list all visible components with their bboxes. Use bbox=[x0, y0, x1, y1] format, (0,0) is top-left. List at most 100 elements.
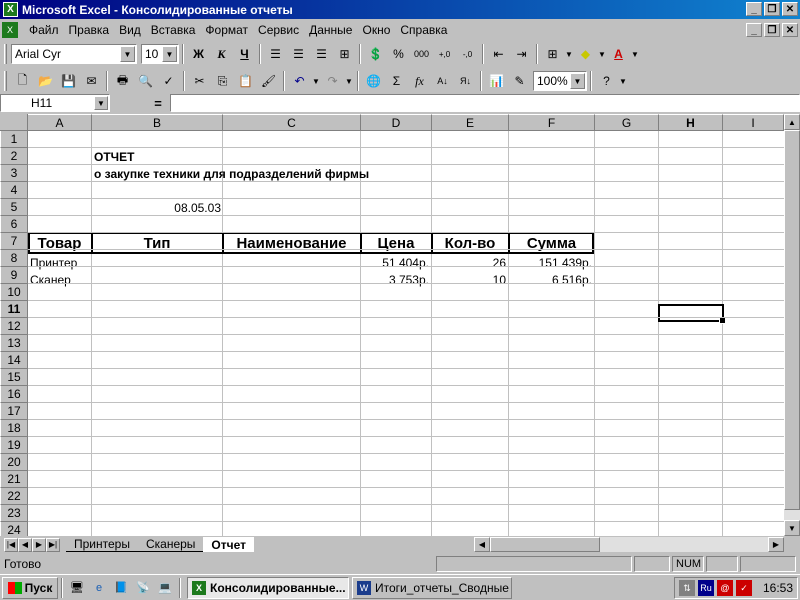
row-header-7[interactable]: 7 bbox=[0, 233, 28, 250]
cut-icon[interactable]: ✂ bbox=[188, 70, 211, 92]
select-all-corner[interactable] bbox=[0, 114, 28, 131]
spelling-icon[interactable]: ✓ bbox=[157, 70, 180, 92]
menu-edit[interactable]: Правка bbox=[64, 23, 115, 37]
scroll-left-icon[interactable]: ◀ bbox=[474, 537, 490, 552]
active-cell-h11[interactable] bbox=[658, 304, 726, 324]
start-button[interactable]: Пуск bbox=[2, 576, 58, 599]
name-box[interactable]: H11 ▼ bbox=[0, 94, 110, 112]
font-color-icon[interactable]: A bbox=[607, 43, 630, 65]
last-sheet-icon[interactable]: ▶| bbox=[46, 537, 60, 552]
merge-center-icon[interactable]: ⊞ bbox=[333, 43, 356, 65]
font-name-select[interactable]: Arial Cyr ▼ bbox=[11, 44, 137, 64]
chevron-down-icon[interactable]: ▼ bbox=[162, 46, 177, 62]
print-icon[interactable]: 🖶 bbox=[111, 70, 134, 92]
toolbar-grip[interactable] bbox=[4, 71, 7, 91]
chevron-down-icon[interactable]: ▼ bbox=[344, 70, 354, 92]
undo-icon[interactable]: ↶ bbox=[288, 70, 311, 92]
cell-qty[interactable]: 26 bbox=[432, 254, 508, 271]
align-left-icon[interactable]: ☰ bbox=[264, 43, 287, 65]
header-name[interactable]: Наименование bbox=[223, 232, 360, 254]
scroll-right-icon[interactable]: ▶ bbox=[768, 537, 784, 552]
column-header-a[interactable]: A bbox=[28, 114, 92, 131]
column-header-f[interactable]: F bbox=[509, 114, 595, 131]
menu-format[interactable]: Формат bbox=[200, 23, 253, 37]
report-date-cell[interactable]: 08.05.03 bbox=[92, 199, 223, 216]
vertical-scrollbar[interactable]: ▲ ▼ bbox=[784, 114, 800, 536]
paste-function-button[interactable]: fx bbox=[408, 70, 431, 92]
menu-help[interactable]: Справка bbox=[395, 23, 452, 37]
cell-sum[interactable]: 151 439р. bbox=[509, 254, 594, 271]
chevron-down-icon[interactable]: ▼ bbox=[311, 70, 321, 92]
paste-icon[interactable]: 📋 bbox=[234, 70, 257, 92]
edit-formula-button[interactable]: = bbox=[148, 95, 168, 111]
increase-decimal-button[interactable]: +,0 bbox=[433, 43, 456, 65]
help-icon[interactable]: ? bbox=[595, 70, 618, 92]
channels-icon[interactable]: 📡 bbox=[134, 579, 152, 597]
row-header-20[interactable]: 20 bbox=[0, 454, 28, 471]
row-header-12[interactable]: 12 bbox=[0, 318, 28, 335]
row-header-13[interactable]: 13 bbox=[0, 335, 28, 352]
chart-wizard-icon[interactable]: 📊 bbox=[485, 70, 508, 92]
menu-window[interactable]: Окно bbox=[357, 23, 395, 37]
row-header-24[interactable]: 24 bbox=[0, 522, 28, 536]
fill-color-icon[interactable]: ◆ bbox=[574, 43, 597, 65]
chevron-down-icon[interactable]: ▼ bbox=[94, 96, 108, 110]
header-type[interactable]: Тип bbox=[92, 232, 222, 254]
scrollbar-thumb[interactable] bbox=[784, 130, 800, 510]
borders-icon[interactable]: ⊞ bbox=[541, 43, 564, 65]
header-price[interactable]: Цена bbox=[361, 232, 431, 254]
redo-icon[interactable]: ↷ bbox=[321, 70, 344, 92]
column-header-i[interactable]: I bbox=[723, 114, 784, 131]
chevron-down-icon[interactable]: ▼ bbox=[630, 43, 640, 65]
row-header-14[interactable]: 14 bbox=[0, 352, 28, 369]
cell-product[interactable]: Сканер bbox=[28, 271, 91, 288]
autosum-button[interactable]: Σ bbox=[385, 70, 408, 92]
row-header-3[interactable]: 3 bbox=[0, 165, 28, 182]
chevron-down-icon[interactable]: ▼ bbox=[120, 46, 135, 62]
chevron-down-icon[interactable]: ▼ bbox=[597, 43, 607, 65]
font-size-select[interactable]: 10 ▼ bbox=[141, 44, 179, 64]
thousands-button[interactable]: 000 bbox=[410, 43, 433, 65]
row-header-17[interactable]: 17 bbox=[0, 403, 28, 420]
prev-sheet-icon[interactable]: ◀ bbox=[18, 537, 32, 552]
pc-icon[interactable]: 💻 bbox=[156, 579, 174, 597]
italic-button[interactable]: К bbox=[210, 43, 233, 65]
print-preview-icon[interactable]: 🔍 bbox=[134, 70, 157, 92]
report-subtitle-cell[interactable]: о закупке техники для подразделений фирм… bbox=[92, 165, 369, 182]
row-header-18[interactable]: 18 bbox=[0, 420, 28, 437]
percent-button[interactable]: % bbox=[387, 43, 410, 65]
document-icon[interactable]: X bbox=[2, 22, 18, 38]
excel-app-icon[interactable]: X bbox=[3, 2, 18, 17]
copy-icon[interactable]: ⎘ bbox=[211, 70, 234, 92]
row-header-21[interactable]: 21 bbox=[0, 471, 28, 488]
cell-sum[interactable]: 6 516р. bbox=[509, 271, 594, 288]
row-header-1[interactable]: 1 bbox=[0, 131, 28, 148]
column-header-d[interactable]: D bbox=[361, 114, 432, 131]
row-header-10[interactable]: 10 bbox=[0, 284, 28, 301]
doc-minimize-button[interactable]: _ bbox=[746, 23, 762, 37]
format-painter-icon[interactable]: 🖌 bbox=[257, 70, 280, 92]
close-button[interactable]: ✕ bbox=[782, 2, 798, 16]
open-folder-icon[interactable]: 📂 bbox=[34, 70, 57, 92]
scroll-up-icon[interactable]: ▲ bbox=[784, 114, 800, 130]
sheet-tab-scanners[interactable]: Сканеры bbox=[137, 537, 204, 552]
hyperlink-icon[interactable]: 🌐 bbox=[362, 70, 385, 92]
mail-icon[interactable]: @ bbox=[716, 580, 733, 596]
increase-indent-icon[interactable]: ⇥ bbox=[510, 43, 533, 65]
align-right-icon[interactable]: ☰ bbox=[310, 43, 333, 65]
currency-icon[interactable]: 💲 bbox=[364, 43, 387, 65]
scroll-down-icon[interactable]: ▼ bbox=[784, 520, 800, 536]
header-product[interactable]: Товар bbox=[28, 232, 91, 254]
new-file-icon[interactable]: 🗋 bbox=[11, 70, 34, 92]
column-header-c[interactable]: C bbox=[223, 114, 361, 131]
bold-button[interactable]: Ж bbox=[187, 43, 210, 65]
menu-data[interactable]: Данные bbox=[304, 23, 357, 37]
cell-price[interactable]: 3 753р. bbox=[361, 271, 431, 288]
column-header-h[interactable]: H bbox=[659, 114, 723, 131]
chevron-down-icon[interactable]: ▼ bbox=[570, 73, 585, 89]
row-header-6[interactable]: 6 bbox=[0, 216, 28, 233]
sort-ascending-icon[interactable]: А↓ bbox=[431, 70, 454, 92]
row-header-19[interactable]: 19 bbox=[0, 437, 28, 454]
align-center-icon[interactable]: ☰ bbox=[287, 43, 310, 65]
cell-product[interactable]: Принтер bbox=[28, 254, 91, 271]
